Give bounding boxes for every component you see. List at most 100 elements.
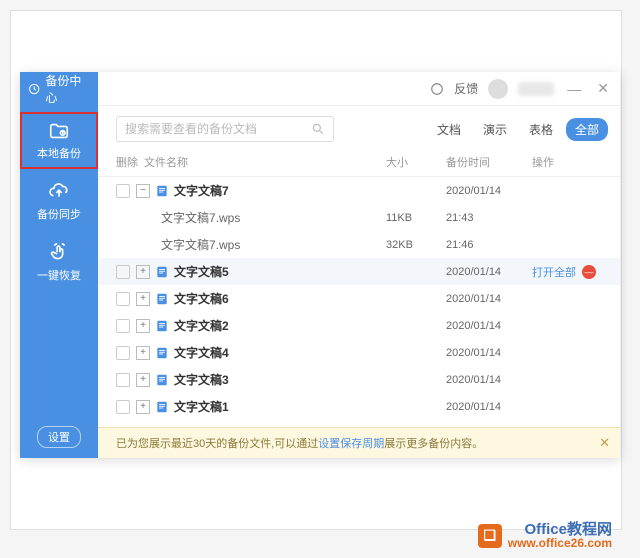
username-blurred <box>518 82 554 96</box>
sidebar-label: 备份同步 <box>37 206 81 222</box>
footer-text-post: 展示更多备份内容。 <box>384 435 483 451</box>
doc-icon <box>155 264 169 280</box>
open-all-link[interactable]: 打开全部 <box>532 264 576 280</box>
sidebar-item-restore[interactable]: 一键恢复 <box>20 236 98 289</box>
delete-icon[interactable]: — <box>582 265 596 279</box>
cloud-upload-icon <box>48 181 70 203</box>
file-name: 文字文稿1 <box>174 398 386 415</box>
brand-badge-icon: ❑ <box>478 524 502 548</box>
table-row-child[interactable]: 文字文稿7.wps11KB21:43 <box>98 204 620 231</box>
table-row[interactable]: − 文字文稿7 2020/01/14 <box>98 177 620 204</box>
filter-pres[interactable]: 演示 <box>474 118 516 141</box>
file-time: 2020/01/14 <box>446 320 532 332</box>
file-size: 11KB <box>386 212 446 224</box>
search-box[interactable] <box>116 116 334 142</box>
file-name: 文字文稿7.wps <box>161 236 386 253</box>
search-input[interactable] <box>125 122 311 136</box>
checkbox[interactable] <box>116 373 130 387</box>
file-time: 21:46 <box>446 239 532 251</box>
checkbox[interactable] <box>116 184 130 198</box>
doc-icon <box>155 291 169 307</box>
close-button[interactable]: ✕ <box>594 80 612 97</box>
checkbox[interactable] <box>116 292 130 306</box>
table-row-child[interactable]: 文字文稿7.wps32KB21:46 <box>98 231 620 258</box>
titlebar: 备份中心 反馈 — ✕ <box>20 72 620 106</box>
folder-icon <box>48 120 70 142</box>
sidebar-label: 一键恢复 <box>37 267 81 283</box>
file-name: 文字文稿7.wps <box>161 209 386 226</box>
feedback-link[interactable]: 反馈 <box>454 80 478 97</box>
backup-icon <box>28 82 40 96</box>
footer-link[interactable]: 设置保存周期 <box>318 435 384 451</box>
filter-sheet[interactable]: 表格 <box>520 118 562 141</box>
footer-text-pre: 已为您展示最近30天的备份文件,可以通过 <box>116 435 318 451</box>
avatar[interactable] <box>488 79 508 99</box>
footer-close-icon[interactable]: ✕ <box>599 435 610 451</box>
file-name: 文字文稿5 <box>174 263 386 280</box>
table-row[interactable]: + 文字文稿6 2020/01/14 <box>98 285 620 312</box>
table-row[interactable]: + 文字文稿1 2020/01/14 <box>98 393 620 420</box>
checkbox[interactable] <box>116 400 130 414</box>
backup-center-window: 备份中心 反馈 — ✕ 本地备份 备份同步 一键恢复 <box>20 72 620 458</box>
hand-tap-icon <box>48 242 70 264</box>
minimize-button[interactable]: — <box>564 81 584 97</box>
file-time: 2020/01/14 <box>446 374 532 386</box>
table-row[interactable]: + 文字文稿4 2020/01/14 <box>98 339 620 366</box>
sidebar: 本地备份 备份同步 一键恢复 设置 <box>20 106 98 458</box>
file-name: 文字文稿3 <box>174 371 386 388</box>
filter-doc[interactable]: 文档 <box>428 118 470 141</box>
table-row[interactable]: + 文字文稿5 2020/01/14打开全部 — <box>98 258 620 285</box>
watermark: ❑ Office教程网 www.office26.com <box>478 522 612 550</box>
file-size: 32KB <box>386 239 446 251</box>
feedback-icon <box>430 82 444 96</box>
search-icon <box>311 122 325 136</box>
file-time: 2020/01/14 <box>446 293 532 305</box>
column-headers: 删除 文件名称 大小 备份时间 操作 <box>98 150 620 177</box>
checkbox[interactable] <box>116 319 130 333</box>
expand-toggle[interactable]: + <box>136 265 150 279</box>
col-time: 备份时间 <box>446 154 532 170</box>
sidebar-settings-button[interactable]: 设置 <box>37 426 81 448</box>
title-right: 反馈 — ✕ <box>430 79 620 99</box>
main-panel: 文档 演示 表格 全部 删除 文件名称 大小 备份时间 操作 − 文字文稿7 202… <box>98 106 620 458</box>
file-op: 打开全部 — <box>532 264 608 280</box>
sidebar-item-sync[interactable]: 备份同步 <box>20 175 98 228</box>
doc-icon <box>155 318 169 334</box>
title-left: 备份中心 <box>20 72 98 106</box>
expand-toggle[interactable]: + <box>136 400 150 414</box>
expand-toggle[interactable]: + <box>136 373 150 387</box>
file-name: 文字文稿4 <box>174 344 386 361</box>
col-delete: 删除 <box>116 154 144 170</box>
filter-group: 文档 演示 表格 全部 <box>428 118 608 141</box>
file-list: −文字文稿72020/01/14文字文稿7.wps11KB21:43文字文稿7.… <box>98 177 620 427</box>
window-title: 备份中心 <box>45 72 88 106</box>
brand-url: www.office26.com <box>508 537 612 550</box>
sidebar-item-local-backup[interactable]: 本地备份 <box>20 112 98 169</box>
table-row[interactable]: + 文字文稿2 2020/01/14 <box>98 312 620 339</box>
expand-toggle[interactable]: + <box>136 319 150 333</box>
file-time: 2020/01/14 <box>446 185 532 197</box>
footer-notice: 已为您展示最近30天的备份文件,可以通过 设置保存周期 展示更多备份内容。 ✕ <box>98 427 620 458</box>
checkbox[interactable] <box>116 346 130 360</box>
file-time: 2020/01/14 <box>446 347 532 359</box>
expand-toggle[interactable]: + <box>136 292 150 306</box>
file-name: 文字文稿6 <box>174 290 386 307</box>
doc-icon <box>155 183 169 199</box>
window-body: 本地备份 备份同步 一键恢复 设置 文档 演 <box>20 106 620 458</box>
filter-all[interactable]: 全部 <box>566 118 608 141</box>
col-op: 操作 <box>532 154 608 170</box>
table-row[interactable]: + 文字文稿3 2020/01/14 <box>98 366 620 393</box>
doc-icon <box>155 372 169 388</box>
file-time: 2020/01/14 <box>446 401 532 413</box>
expand-toggle[interactable]: + <box>136 346 150 360</box>
col-size: 大小 <box>386 154 446 170</box>
doc-icon <box>155 345 169 361</box>
file-time: 21:43 <box>446 212 532 224</box>
file-name: 文字文稿2 <box>174 317 386 334</box>
sidebar-label: 本地备份 <box>37 145 81 161</box>
file-time: 2020/01/14 <box>446 266 532 278</box>
collapse-toggle[interactable]: − <box>136 184 150 198</box>
checkbox[interactable] <box>116 265 130 279</box>
toolbar: 文档 演示 表格 全部 <box>98 106 620 150</box>
file-name: 文字文稿7 <box>174 182 386 199</box>
